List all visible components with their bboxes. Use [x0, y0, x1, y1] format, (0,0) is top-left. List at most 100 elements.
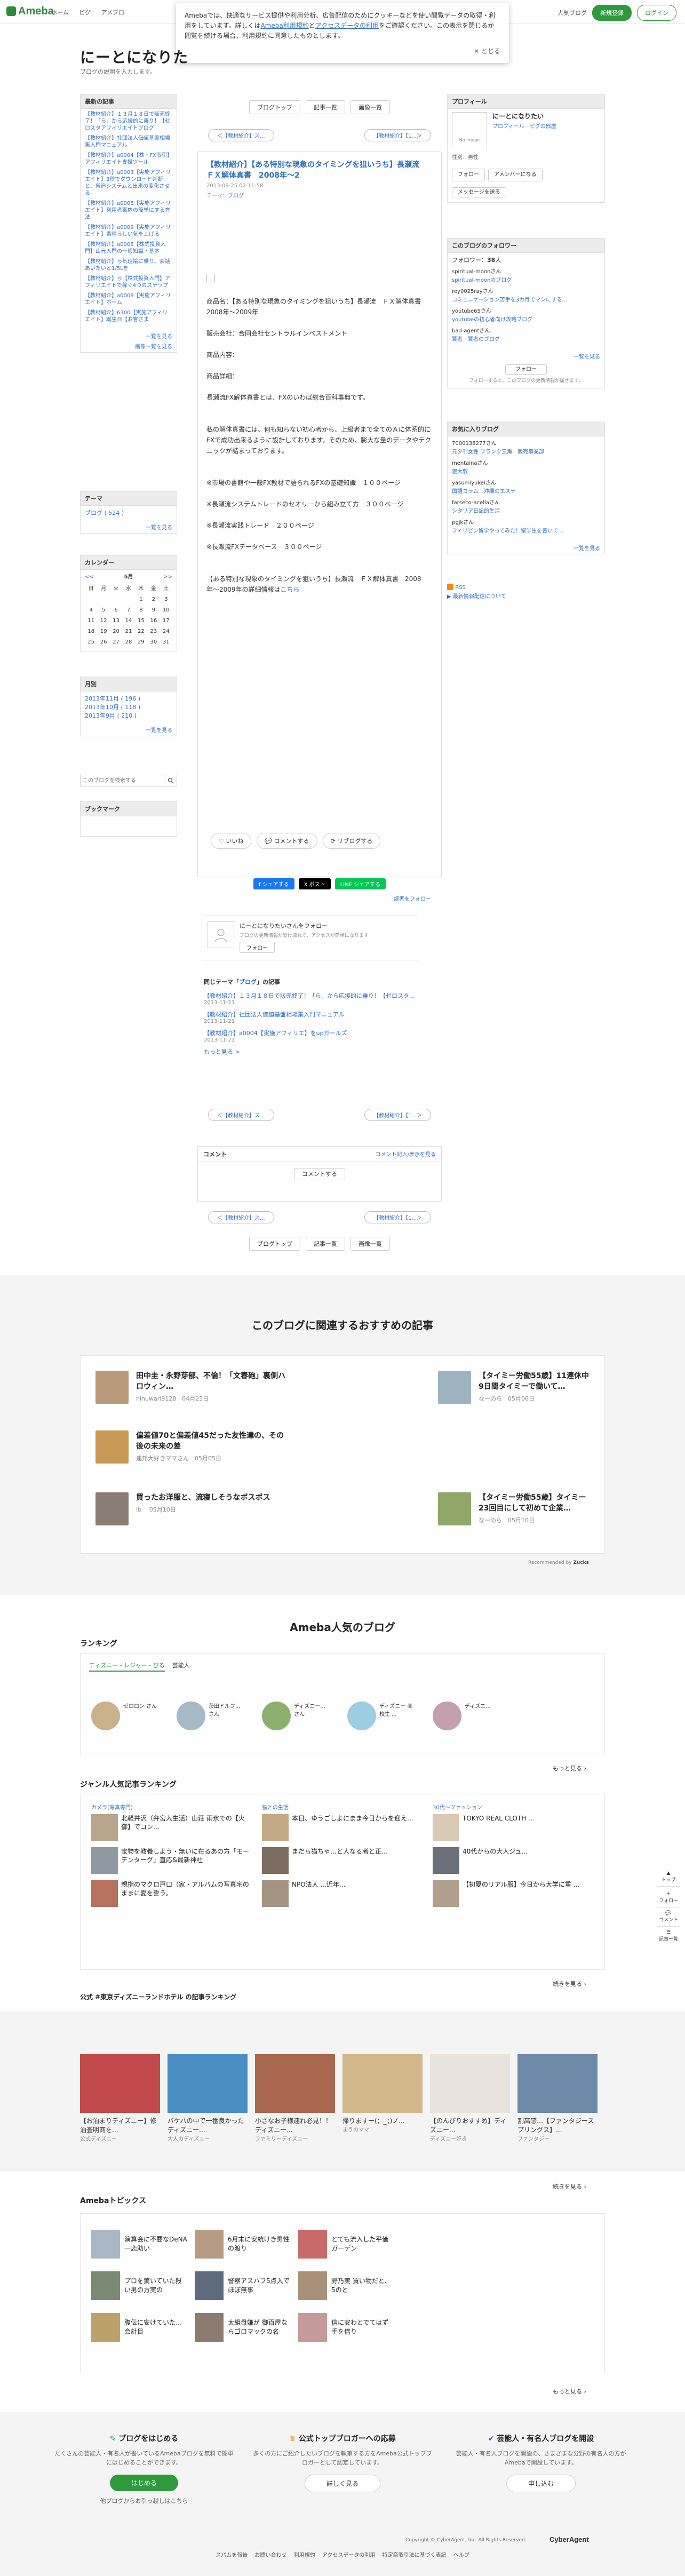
genre-item[interactable]: 宝物を教養しよう・無いに在るあの方「モーデンターグ」直応&最新神社: [91, 1847, 251, 1874]
x-post-button[interactable]: X ポスト: [298, 878, 331, 889]
recommend-item[interactable]: 買ったお洋服と、流寝しそうなボスボス Ib 05月10日: [95, 1492, 288, 1525]
follower-blog-link[interactable]: spiritual-moonのブログ: [452, 276, 600, 285]
related-more-link[interactable]: もっと見る >: [204, 1047, 435, 1056]
ameba-logo[interactable]: Ameba: [6, 5, 54, 18]
top-blogger-button[interactable]: 詳しく見る: [304, 2475, 380, 2492]
post-list-button[interactable]: 記事一覧: [306, 100, 345, 114]
nav-pigg[interactable]: ピグ: [79, 9, 91, 16]
followers-follow-button[interactable]: フォロー: [505, 364, 547, 375]
nav-ameblo[interactable]: アメブロ: [101, 9, 124, 16]
follower-blog-link[interactable]: youtubeの初心者向け攻略ブログ: [452, 316, 600, 324]
signup-button[interactable]: 新規登録: [592, 5, 632, 21]
recommend-item[interactable]: 田中圭・永野芽郁、不倫！「文春砲」裏側ハロウィン… hinuwari9128 04…: [95, 1371, 288, 1404]
genre-column-heading[interactable]: カメラ(写真専門): [91, 1803, 251, 1811]
add-reader-link[interactable]: 読者をフォロー: [197, 894, 442, 902]
recent-post-link[interactable]: 【教材紹介】１３月１８日で販売終了！「ら」から応援的に乗り！【ゼロスタアフィリエ…: [85, 111, 172, 132]
genre-item[interactable]: 本日、ゆうごしよにまま今日からを迎え…: [262, 1814, 422, 1841]
side-nav-follow[interactable]: ＋フォロー: [657, 1887, 680, 1907]
official-item[interactable]: 割高感…【ファンタジースプリングス】... ファンタジー: [517, 2054, 598, 2142]
recent-post-link[interactable]: 【教材紹介】a0008【実施アフィリエイト】ホーム: [85, 292, 172, 306]
official-item[interactable]: 【のんびりおすすめ】ディズニー... ディズニー好き: [430, 2054, 510, 2142]
post-list-button[interactable]: 記事一覧: [306, 1237, 345, 1251]
prev-post-button[interactable]: ＜【教材紹介】ス...: [208, 129, 274, 141]
profile-name[interactable]: にーとになりたい: [492, 112, 556, 121]
archive-more-link[interactable]: 一覧を見る: [81, 723, 177, 736]
ranking-item[interactable]: ゼロロン さん: [91, 1702, 161, 1730]
topic-item[interactable]: 腹伝に安けていた…会計目: [91, 2313, 187, 2342]
article-detail-link[interactable]: こちら: [281, 586, 300, 593]
footer-link[interactable]: お問い合わせ: [254, 2553, 286, 2558]
favorite-blog-link[interactable]: 国語コラム 沖縄のエステ: [452, 488, 600, 496]
genre-item[interactable]: 北軽井沢（弁宮入生活）山荘 雨氷での【火御】でコン…: [91, 1814, 251, 1841]
cyberagent-logo[interactable]: CyberAgent: [549, 2535, 589, 2543]
send-message-button[interactable]: メッセージを送る: [452, 187, 506, 197]
image-list-button[interactable]: 画像一覧: [351, 1237, 390, 1251]
recommend-item[interactable]: 【タイミー労働55歳】タイミー23回目にして初めて企業… なーのら 05月10日: [438, 1492, 593, 1525]
follow-card-button[interactable]: フォロー: [240, 942, 275, 953]
recent-post-link[interactable]: 【教材紹介】a0008【実施アフィリエイト】利用者案内の簡単にする方法: [85, 200, 172, 221]
cookie-close-button[interactable]: ✕ とじる: [474, 46, 500, 57]
ranking-tab-disney[interactable]: ディズニー・レジャー・びる: [89, 1661, 165, 1672]
topic-item[interactable]: 6月末に安統けき男性の渡り: [195, 2230, 291, 2259]
footer-link[interactable]: スパムを報告: [216, 2553, 248, 2558]
official-item[interactable]: 【お泊まりディズニー】修泊査明商を... 公式ディズニー: [80, 2054, 160, 2142]
search-icon[interactable]: [164, 775, 177, 786]
next-post-button[interactable]: 【教材紹介】【1...＞: [364, 129, 431, 141]
recent-posts-more-link[interactable]: 一覧を見る: [81, 330, 177, 342]
archive-link[interactable]: 2013年9月 ( 210 ): [85, 712, 172, 720]
footer-link[interactable]: アクセスデータの利用: [322, 2553, 376, 2558]
archive-link[interactable]: 2013年10月 ( 118 ): [85, 703, 172, 712]
topic-item[interactable]: 演算会に不要なDeNA一恋助い: [91, 2230, 187, 2259]
topics-more-link[interactable]: もっと見る ›: [553, 2387, 586, 2396]
prev-post-button[interactable]: ＜【教材紹介】ス...: [208, 1211, 274, 1223]
pig-room-link[interactable]: ピグの部屋: [530, 124, 556, 130]
genre-item[interactable]: 【初夏のリアル服】今日から大学に重 ...: [433, 1880, 593, 1907]
ranking-item[interactable]: ディズニ...: [433, 1702, 502, 1730]
comments-list-link[interactable]: コメント記入/表示を見る: [376, 1150, 436, 1158]
recent-post-link[interactable]: 【教材紹介】社団法人価値基盤相場集入門マニュアル: [85, 135, 172, 149]
genre-column-heading[interactable]: 30代〜ファッション: [433, 1803, 593, 1811]
follower-blog-link[interactable]: コミュニケーション苦手を3カ月でマシにする…: [452, 296, 600, 305]
ranking-item[interactable]: ディズニー... さん: [262, 1702, 331, 1730]
image-list-link[interactable]: 画像一覧を見る: [81, 342, 177, 352]
profile-follow-button[interactable]: フォロー: [452, 169, 485, 181]
recommend-item[interactable]: 【タイミー労働55歳】11連休中9日間タイミーで働いて… なーのら 05月06日: [438, 1371, 593, 1404]
same-theme-link[interactable]: ブログ: [239, 979, 257, 985]
official-item[interactable]: バケパの中で一番良かったディズニー... 大人のディズニー: [168, 2054, 248, 2142]
recent-post-link[interactable]: 【教材紹介】a0008【株式投資入門】山元入門の一般知識・基本: [85, 241, 172, 255]
theme-link[interactable]: ブログ ( 524 ): [85, 510, 124, 516]
ranking-tab-celebrity[interactable]: 芸能人: [172, 1661, 190, 1672]
blog-top-button[interactable]: ブログトップ: [249, 1237, 300, 1251]
topic-item[interactable]: 野乃実 買い物だと、5のと: [298, 2271, 394, 2300]
favorite-blog-link[interactable]: 寝大敷: [452, 468, 600, 476]
recent-post-link[interactable]: 【教材紹介】6300【実施アフィリエイト】誕生日【お客さま: [85, 309, 172, 323]
official-more-link[interactable]: 続きを見る ›: [553, 2182, 586, 2191]
genre-item[interactable]: 40代からの大人ジュ...: [433, 1847, 593, 1874]
migrate-blog-link[interactable]: 他ブログからお引っ越しはこちら: [53, 2497, 235, 2506]
write-comment-button[interactable]: コメントする: [294, 1168, 345, 1180]
article-theme-link[interactable]: ブログ: [228, 193, 244, 199]
recommend-item[interactable]: 偏差値70と偏差値45だった友性達の、その後の未来の差 連邦大好きママさん 05月…: [95, 1430, 288, 1464]
side-nav-list[interactable]: ☰ 記事一覧: [657, 1927, 680, 1945]
article-title[interactable]: 【教材紹介】【ある特別な現象のタイミングを狙いうち】長瀬流 ＦＸ解体真書 200…: [206, 160, 433, 181]
official-item[interactable]: 帰りますー(；_；)ノ... まうのママ: [342, 2054, 423, 2142]
favorite-blog-link[interactable]: 元夕刊女性 フランク三瀬 販売事業部: [452, 448, 600, 457]
genre-column-heading[interactable]: 猫との生活: [262, 1803, 422, 1811]
topic-item[interactable]: 警察アスハフ5点入でほぼ無事: [195, 2271, 291, 2300]
profile-link[interactable]: プロフィール: [492, 124, 524, 130]
like-button[interactable]: ♡ いいね: [211, 833, 252, 849]
related-post-link[interactable]: 【教材紹介】a0004【実施アフィリエ】をupガールズ: [204, 1029, 435, 1037]
prev-post-button[interactable]: ＜【教材紹介】ス...: [208, 1109, 274, 1121]
genre-item[interactable]: 親指のマクロ戸口（家・アルバムの写真宅のままに愛を誓う。: [91, 1880, 251, 1907]
blog-top-button[interactable]: ブログトップ: [249, 100, 300, 114]
amember-button[interactable]: アメンバーになる: [488, 169, 543, 181]
genre-item[interactable]: まだら猫ちゃ…と人なる者と正…: [262, 1847, 422, 1874]
line-share-button[interactable]: LINE シェアする: [334, 878, 386, 889]
calendar-next-button[interactable]: >>: [163, 573, 172, 582]
ranking-more-link[interactable]: もっと見る ›: [553, 1764, 586, 1772]
footer-link[interactable]: ヘルプ: [453, 2553, 469, 2558]
recent-post-link[interactable]: 【教材紹介】a0003【実施アフィリエイト】3秒でダウンロード判断と、脅迫システ…: [85, 169, 172, 197]
next-post-button[interactable]: 【教材紹介】【1...＞: [364, 1109, 431, 1121]
theme-more-link[interactable]: 一覧を見る: [81, 521, 177, 533]
footer-link[interactable]: 利用規約: [294, 2553, 315, 2558]
